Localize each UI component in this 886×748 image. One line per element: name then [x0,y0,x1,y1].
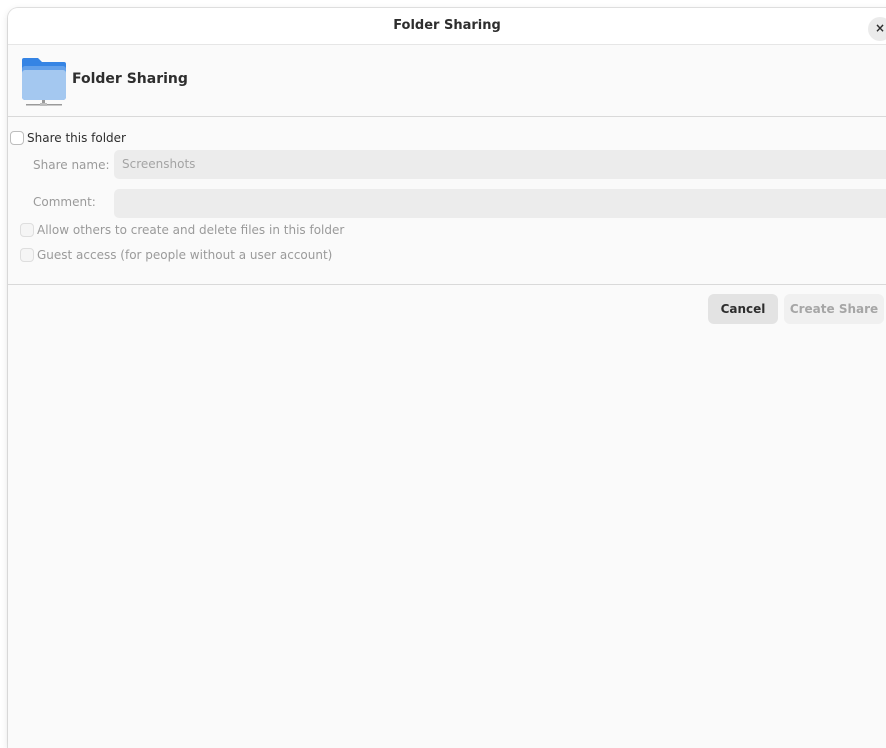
folder-sharing-dialog: Folder Sharing × Folder Sharing Share th… [8,8,886,748]
allow-others-checkbox[interactable] [20,223,34,237]
guest-access-checkbox[interactable] [20,248,34,262]
allow-others-option[interactable]: Allow others to create and delete files … [20,221,344,239]
share-folder-option[interactable]: Share this folder [10,129,126,147]
cancel-button[interactable]: Cancel [708,294,778,324]
share-folder-label: Share this folder [27,131,126,145]
comment-field[interactable] [114,189,886,218]
folder-remote-icon [22,58,66,106]
header-separator [8,116,886,117]
comment-label: Comment: [33,195,96,209]
share-name-field[interactable]: Screenshots [114,150,886,179]
titlebar: Folder Sharing × [8,8,886,45]
share-folder-checkbox[interactable] [10,131,24,145]
window-title: Folder Sharing [393,18,501,33]
buttons-separator [8,284,886,285]
share-name-label: Share name: [33,158,110,172]
allow-others-label: Allow others to create and delete files … [37,223,345,237]
guest-access-option[interactable]: Guest access (for people without a user … [20,246,332,264]
close-button[interactable]: × [868,17,886,41]
close-icon: × [874,21,886,35]
guest-access-label: Guest access (for people without a user … [37,248,333,262]
header-title: Folder Sharing [72,71,188,87]
create-share-button[interactable]: Create Share [784,294,884,324]
